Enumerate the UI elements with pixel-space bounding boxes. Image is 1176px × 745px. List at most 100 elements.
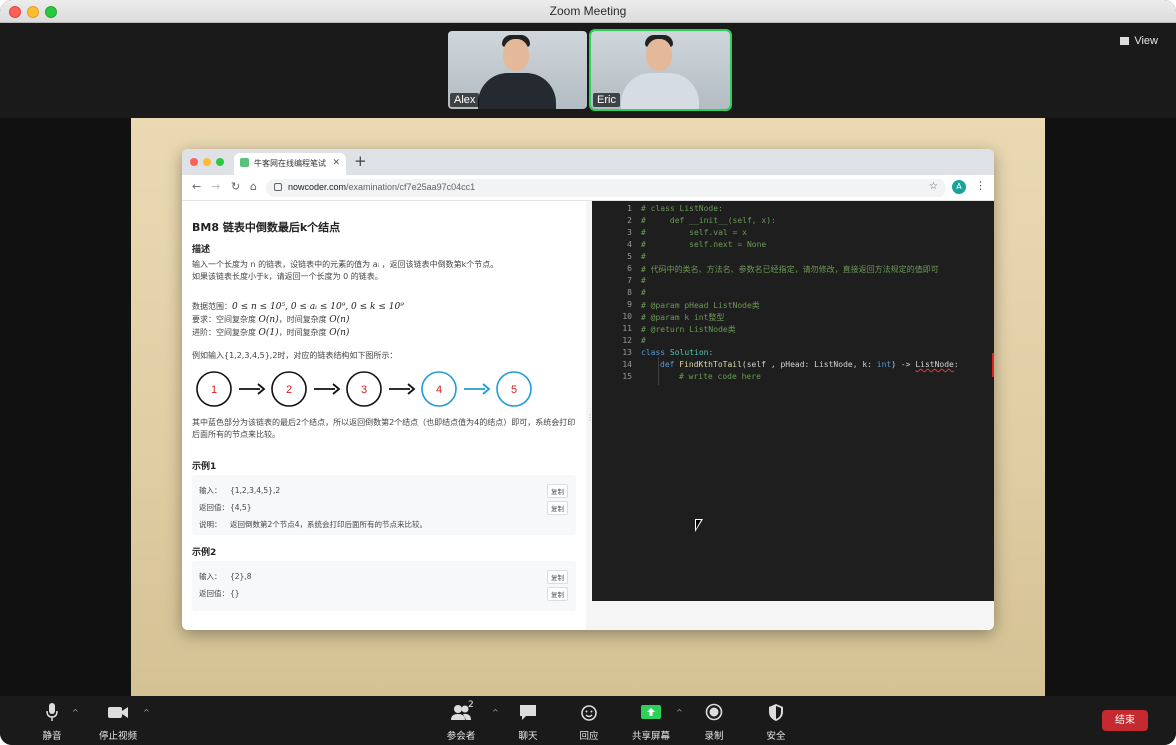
grid-view-icon xyxy=(1120,37,1130,45)
bookmark-star-icon[interactable]: ☆ xyxy=(929,181,938,192)
share-options-chevron-icon[interactable]: ^ xyxy=(676,708,683,717)
code-line-8: # xyxy=(641,288,646,297)
shared-screen: 牛客网在线编程笔试 ✕ + ← → ↻ ⌂ nowcoder.com/exami… xyxy=(0,118,1176,696)
browser-maximize-button[interactable] xyxy=(216,158,224,166)
reload-icon[interactable]: ↻ xyxy=(231,180,240,193)
data-range: 数据范围：0 ≤ n ≤ 10⁵, 0 ≤ aᵢ ≤ 10⁹, 0 ≤ k ≤ … xyxy=(192,302,404,312)
linked-list-diagram: 1 2 3 4 5 xyxy=(196,371,532,407)
explanation-line-2: 后面所有的节点来比较。 xyxy=(192,430,280,439)
new-tab-icon[interactable]: + xyxy=(354,152,367,170)
list-node-label: 4 xyxy=(436,384,442,396)
security-button[interactable]: 安全 xyxy=(746,702,806,742)
video-options-chevron-icon[interactable]: ^ xyxy=(143,708,150,717)
code-line-3: # self.val = x xyxy=(641,228,747,237)
example-1-note: 说明： 返回倒数第2个节点4，系统会打印后面所有的节点来比较。 xyxy=(199,520,428,529)
participant-video xyxy=(478,73,556,109)
nowcoder-favicon-icon xyxy=(240,158,249,167)
tab-title: 牛客网在线编程笔试 xyxy=(254,159,326,168)
record-icon xyxy=(684,702,744,724)
participants-icon: 2 xyxy=(431,700,491,724)
problem-panel: BM8 链表中倒数最后k个结点 描述 输入一个长度为 n 的链表，设链表中的元素… xyxy=(182,201,586,630)
lock-icon xyxy=(274,183,282,191)
code-line-12: # xyxy=(641,336,646,345)
code-line-14: def FindKthToTail(self , pHead: ListNode… xyxy=(660,360,959,369)
code-line-9: # @param pHead ListNode类 xyxy=(641,301,760,310)
code-editor[interactable]: 1 # class ListNode: 2 # def __init__(self,… xyxy=(592,201,994,601)
title-bar: Zoom Meeting xyxy=(0,0,1176,23)
url-host: nowcoder.com xyxy=(288,182,347,192)
problem-title: BM8 链表中倒数最后k个结点 xyxy=(192,221,341,234)
list-node-label: 3 xyxy=(361,384,367,396)
zoom-window: Zoom Meeting Alex Eric View 牛客网在线编程笔试 ✕ … xyxy=(0,0,1176,745)
stop-video-button[interactable]: 停止视频 xyxy=(88,702,148,742)
profile-avatar[interactable]: A xyxy=(952,180,966,194)
editor-scroll-marker xyxy=(992,353,994,377)
description-line-1: 输入一个长度为 n 的链表，设链表中的元素的值为 aᵢ ，返回该链表中倒数第k个… xyxy=(192,260,499,269)
end-meeting-button[interactable]: 结束 xyxy=(1102,710,1148,731)
back-icon[interactable]: ← xyxy=(192,180,201,193)
home-icon[interactable]: ⌂ xyxy=(250,180,257,193)
nowcoder-page: BM8 链表中倒数最后k个结点 描述 输入一个长度为 n 的链表，设链表中的元素… xyxy=(182,201,994,630)
code-line-1: # class ListNode: xyxy=(641,204,723,213)
example-2-output: 返回值：{} xyxy=(199,589,240,598)
window-title: Zoom Meeting xyxy=(549,4,627,18)
list-node-label: 1 xyxy=(211,384,217,396)
example-2-input: 输入： {2},8 xyxy=(199,572,252,581)
audio-options-chevron-icon[interactable]: ^ xyxy=(72,708,79,717)
example-intro: 例如输入{1,2,3,4,5},2时，对应的链表结构如下图所示： xyxy=(192,351,398,360)
example-2-heading: 示例2 xyxy=(192,548,217,558)
video-tile-alex[interactable]: Alex xyxy=(448,31,587,109)
chat-button[interactable]: 聊天 xyxy=(498,702,558,742)
code-line-4: # self.next = None xyxy=(641,240,767,249)
list-node-label: 5 xyxy=(511,384,517,396)
shield-icon xyxy=(746,702,806,724)
participant-video xyxy=(621,73,699,109)
example-1-heading: 示例1 xyxy=(192,462,217,472)
code-line-13: class Solution: xyxy=(641,348,714,357)
participant-name: Alex xyxy=(450,93,480,107)
view-label: View xyxy=(1134,35,1158,47)
description-line-2: 如果该链表长度小于k，请返回一个长度为 0 的链表。 xyxy=(192,272,383,281)
browser-tab[interactable]: 牛客网在线编程笔试 ✕ xyxy=(234,153,346,175)
browser-minimize-button[interactable] xyxy=(203,158,211,166)
example-2-box: 输入： {2},8 复制 返回值：{} 复制 xyxy=(192,561,576,611)
chat-bubble-icon xyxy=(498,702,558,724)
description-heading: 描述 xyxy=(192,245,211,255)
participant-face xyxy=(646,39,672,71)
example-1-box: 输入： {1,2,3,4,5},2 复制 返回值：{4,5} 复制 说明： 返回倒数… xyxy=(192,475,576,535)
copy-input-button[interactable]: 复制 xyxy=(547,484,568,498)
mouse-pointer-icon xyxy=(695,519,703,532)
data-range-math: 0 ≤ n ≤ 10⁵, 0 ≤ aᵢ ≤ 10⁹, 0 ≤ k ≤ 10⁹ xyxy=(232,302,404,312)
copy-input-button[interactable]: 复制 xyxy=(547,570,568,584)
browser-toolbar: ← → ↻ ⌂ nowcoder.com/examination/cf7e25a… xyxy=(182,175,994,201)
participants-button[interactable]: 2 参会者 xyxy=(431,700,491,742)
tab-close-icon[interactable]: ✕ xyxy=(332,157,340,168)
code-line-2: # def __init__(self, x): xyxy=(641,216,776,225)
advanced-requirement: 进阶：空间复杂度 O(1)，时间复杂度 O(n) xyxy=(192,328,350,338)
code-line-11: # @return ListNode类 xyxy=(641,325,736,334)
browser-close-button[interactable] xyxy=(190,158,198,166)
share-screen-icon xyxy=(621,702,681,724)
browser-menu-icon[interactable]: ⋮ xyxy=(975,179,986,192)
participant-name: Eric xyxy=(593,93,620,107)
share-screen-button[interactable]: 共享屏幕 xyxy=(621,702,681,742)
example-1-input: 输入： {1,2,3,4,5},2 xyxy=(199,486,281,495)
explanation-line-1: 其中蓝色部分为该链表的最后2个结点，所以返回倒数第2个结点（也即结点值为4的结点… xyxy=(192,418,576,427)
video-tile-eric[interactable]: Eric xyxy=(589,29,732,111)
browser-window: 牛客网在线编程笔试 ✕ + ← → ↻ ⌂ nowcoder.com/exami… xyxy=(182,149,994,630)
record-button[interactable]: 录制 xyxy=(684,702,744,742)
url-path: /examination/cf7e25aa97c04cc1 xyxy=(346,182,476,192)
reactions-button[interactable]: 回应 xyxy=(559,702,619,742)
participants-count: 2 xyxy=(468,700,474,710)
copy-output-button[interactable]: 复制 xyxy=(547,501,568,515)
address-bar[interactable]: nowcoder.com/examination/cf7e25aa97c04cc… xyxy=(266,179,946,197)
copy-output-button[interactable]: 复制 xyxy=(547,587,568,601)
code-line-10: # @param k int整型 xyxy=(641,313,725,322)
requirement: 要求：空间复杂度 O(n)，时间复杂度 O(n) xyxy=(192,315,350,325)
forward-icon[interactable]: → xyxy=(211,180,220,193)
video-camera-icon xyxy=(88,702,148,724)
view-button[interactable]: View xyxy=(1120,35,1158,47)
smiley-icon xyxy=(559,702,619,724)
code-line-6: # 代码中的类名、方法名、参数名已经指定，请勿修改，直接返回方法规定的值即可 xyxy=(641,265,939,274)
participant-face xyxy=(503,39,529,71)
